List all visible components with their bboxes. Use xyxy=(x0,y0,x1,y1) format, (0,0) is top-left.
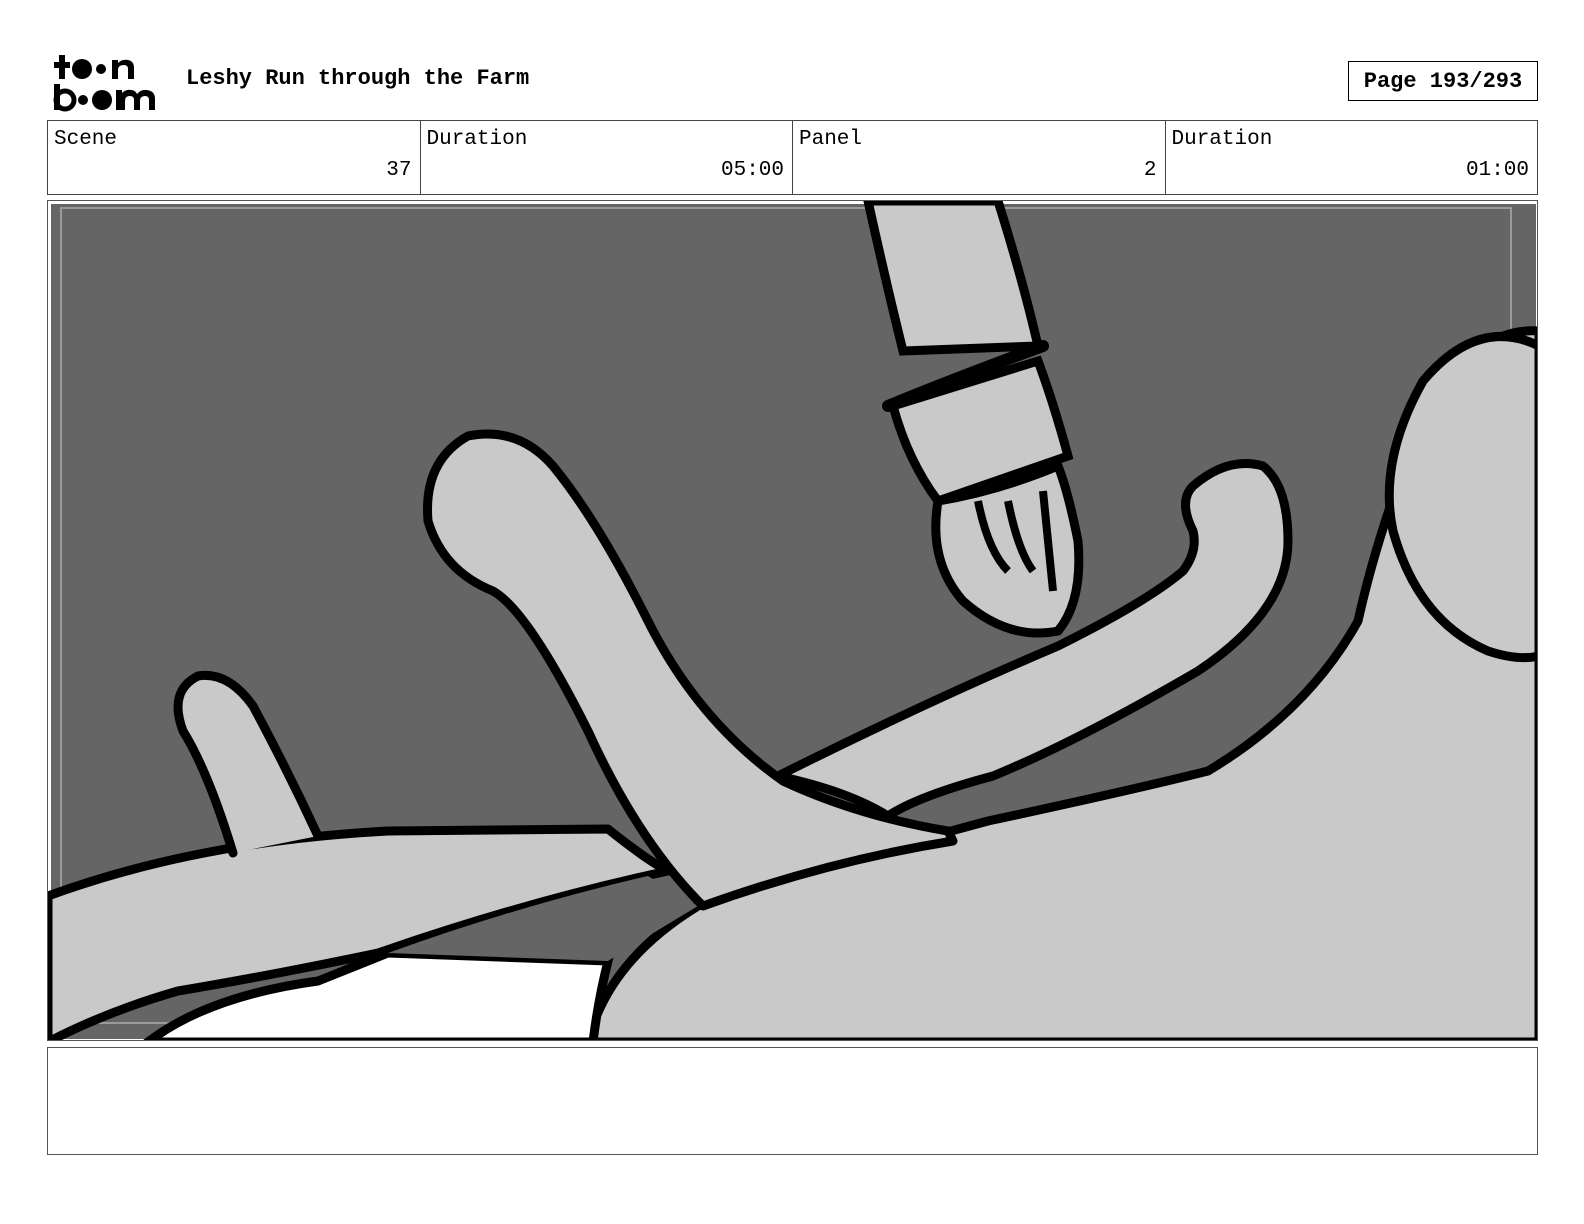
panel-notes[interactable] xyxy=(47,1047,1538,1155)
project-title: Leshy Run through the Farm xyxy=(186,66,530,91)
panel-duration-cell: Duration 01:00 xyxy=(1166,121,1538,194)
scene-duration-cell: Duration 05:00 xyxy=(421,121,793,194)
storyboard-panel-frame xyxy=(47,200,1538,1041)
scene-cell: Scene 37 xyxy=(48,121,421,194)
scene-value: 37 xyxy=(386,159,412,182)
scene-duration-value: 05:00 xyxy=(720,159,784,182)
panel-label: Panel xyxy=(799,128,863,151)
panel-value: 2 xyxy=(1143,159,1157,182)
storyboard-sketch xyxy=(48,201,1537,1040)
scene-duration-label: Duration xyxy=(426,128,528,151)
panel-cell: Panel 2 xyxy=(793,121,1166,194)
panel-duration-label: Duration xyxy=(1171,128,1273,151)
scene-label: Scene xyxy=(54,128,118,151)
toon-boom-logo xyxy=(52,52,164,112)
scene-info-row: Scene 37 Duration 05:00 Panel 2 Duration… xyxy=(47,120,1538,195)
notes-text xyxy=(48,1048,1537,1064)
page-number: Page 193/293 xyxy=(1348,61,1538,101)
panel-duration-value: 01:00 xyxy=(1465,159,1529,182)
